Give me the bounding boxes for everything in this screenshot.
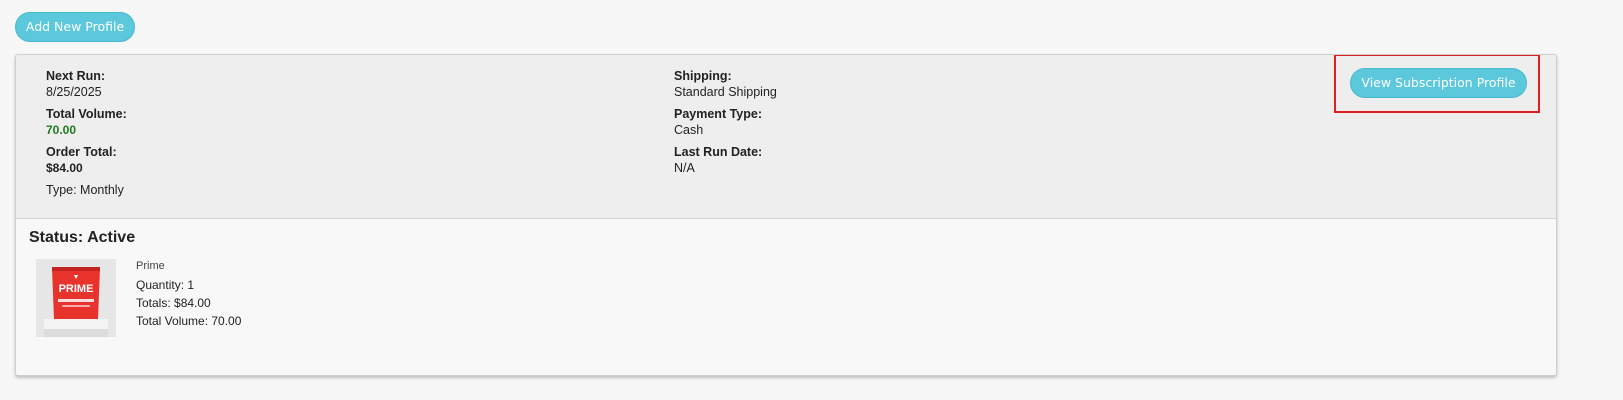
next-run-value: 8/25/2025 — [46, 85, 102, 99]
shipping-field: Shipping: Standard Shipping — [674, 68, 777, 100]
total-volume-value: 70.00 — [46, 123, 77, 137]
next-run-label: Next Run: — [46, 69, 106, 83]
summary-left-column: Next Run: 8/25/2025 Total Volume: 70.00 … — [46, 68, 127, 198]
last-run-date-value: N/A — [674, 161, 695, 175]
status-heading: Status: Active — [29, 229, 136, 246]
shipping-value: Standard Shipping — [674, 85, 777, 99]
order-total-value: $84.00 — [46, 161, 83, 175]
package-label: PRIME — [59, 283, 94, 295]
payment-type-field: Payment Type: Cash — [674, 106, 777, 138]
subscription-card: Next Run: 8/25/2025 Total Volume: 70.00 … — [15, 54, 1557, 376]
next-run-field: Next Run: 8/25/2025 — [46, 68, 127, 100]
summary-middle-column: Shipping: Standard Shipping Payment Type… — [674, 68, 777, 182]
total-volume-field: Total Volume: 70.00 — [46, 106, 127, 138]
shipping-label: Shipping: — [674, 69, 732, 83]
order-total-label: Order Total: — [46, 145, 117, 159]
subscription-type: Type: Monthly — [46, 183, 124, 197]
subscription-summary: Next Run: 8/25/2025 Total Volume: 70.00 … — [16, 55, 1556, 219]
add-new-profile-button[interactable]: Add New Profile — [15, 12, 135, 42]
total-volume-label: Total Volume: — [46, 107, 127, 121]
product-totals: Totals: $84.00 — [136, 296, 211, 310]
product-details: Prime Quantity: 1 Totals: $84.00 Total V… — [136, 259, 241, 330]
order-total-field: Order Total: $84.00 — [46, 144, 127, 176]
last-run-date-label: Last Run Date: — [674, 145, 763, 159]
product-quantity: Quantity: 1 — [136, 278, 195, 292]
product-package-illustration: PRIME — [36, 259, 116, 337]
product-image: PRIME — [36, 259, 116, 337]
product-name: Prime — [136, 260, 165, 272]
payment-type-value: Cash — [674, 123, 704, 137]
payment-type-label: Payment Type: — [674, 107, 762, 121]
last-run-date-field: Last Run Date: N/A — [674, 144, 777, 176]
view-subscription-profile-button[interactable]: View Subscription Profile — [1350, 68, 1527, 98]
product-total-volume: Total Volume: 70.00 — [136, 314, 242, 328]
